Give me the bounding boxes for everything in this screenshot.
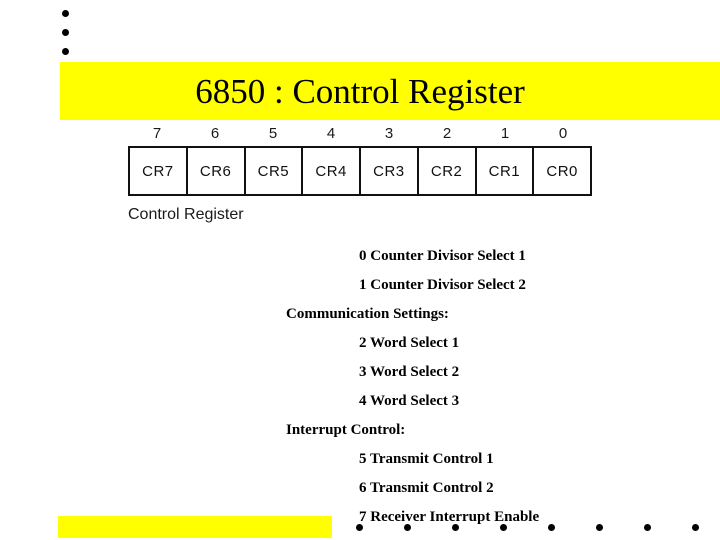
top-bullet-dots — [62, 8, 78, 60]
description-item: 6 Transmit Control 2 — [359, 480, 494, 496]
description-heading: Communication Settings: — [286, 306, 449, 322]
bullet-dot-icon — [62, 48, 69, 55]
footer-dot-icon — [692, 524, 699, 531]
footer-dot-icon — [644, 524, 651, 531]
register-cell-cr0: CR0 — [546, 162, 578, 180]
footer-bar — [58, 516, 332, 538]
bit-number-5: 5 — [268, 125, 278, 142]
bit-number-2: 2 — [442, 125, 452, 142]
bullet-dot-icon — [62, 29, 69, 36]
description-item: 4 Word Select 3 — [359, 393, 460, 409]
bit-number-0: 0 — [558, 125, 568, 142]
description-item: 1 Counter Divisor Select 2 — [359, 277, 526, 293]
bit-number-7: 7 — [152, 125, 162, 142]
register-cell-cr5: CR5 — [246, 148, 304, 194]
bit-number-4: 4 — [326, 125, 336, 142]
description-item: 3 Word Select 2 — [359, 364, 460, 380]
page-title: 6850 : Control Register — [195, 72, 525, 111]
register-cell-row: CR7 CR6 CR5 CR4 CR3 CR2 CR1 CR0 — [128, 146, 592, 196]
footer-dot-icon — [596, 524, 603, 531]
footer-dot-icon — [356, 524, 363, 531]
description-heading: Interrupt Control: — [286, 422, 406, 438]
register-cell-cr3: CR3 — [361, 148, 419, 194]
register-cell-cr6: CR6 — [188, 148, 246, 194]
register-diagram: 7 6 5 4 3 2 1 0 CR7 CR6 CR5 CR4 CR3 CR2 CR1 CR0 — [128, 122, 592, 196]
register-cell-cr4: CR4 — [303, 148, 361, 194]
footer-dot-icon — [404, 524, 411, 531]
bit-number-6: 6 — [210, 125, 220, 142]
footer-dot-icon — [500, 524, 507, 531]
bit-number-row: 7 6 5 4 3 2 1 0 — [128, 122, 592, 146]
register-cell-cr7: CR7 — [130, 148, 188, 194]
footer-dot-icon — [548, 524, 555, 531]
bullet-dot-icon — [62, 10, 69, 17]
description-item: 0 Counter Divisor Select 1 — [359, 248, 526, 264]
bit-description-list: 0 Counter Divisor Select 1 1 Counter Divi… — [0, 242, 720, 532]
register-cell-cr1: CR1 — [477, 148, 535, 194]
description-item: 5 Transmit Control 1 — [359, 451, 494, 467]
register-cell-cr2: CR2 — [419, 148, 477, 194]
description-item: 2 Word Select 1 — [359, 335, 460, 351]
footer-dot-icon — [452, 524, 459, 531]
bit-number-1: 1 — [500, 125, 510, 142]
footer-dot-row — [356, 524, 716, 534]
bit-number-3: 3 — [384, 125, 394, 142]
slide-canvas: 6850 : Control Register 76543210 CR7 CR6 C… — [0, 0, 720, 540]
register-caption: Control Register — [128, 206, 244, 223]
